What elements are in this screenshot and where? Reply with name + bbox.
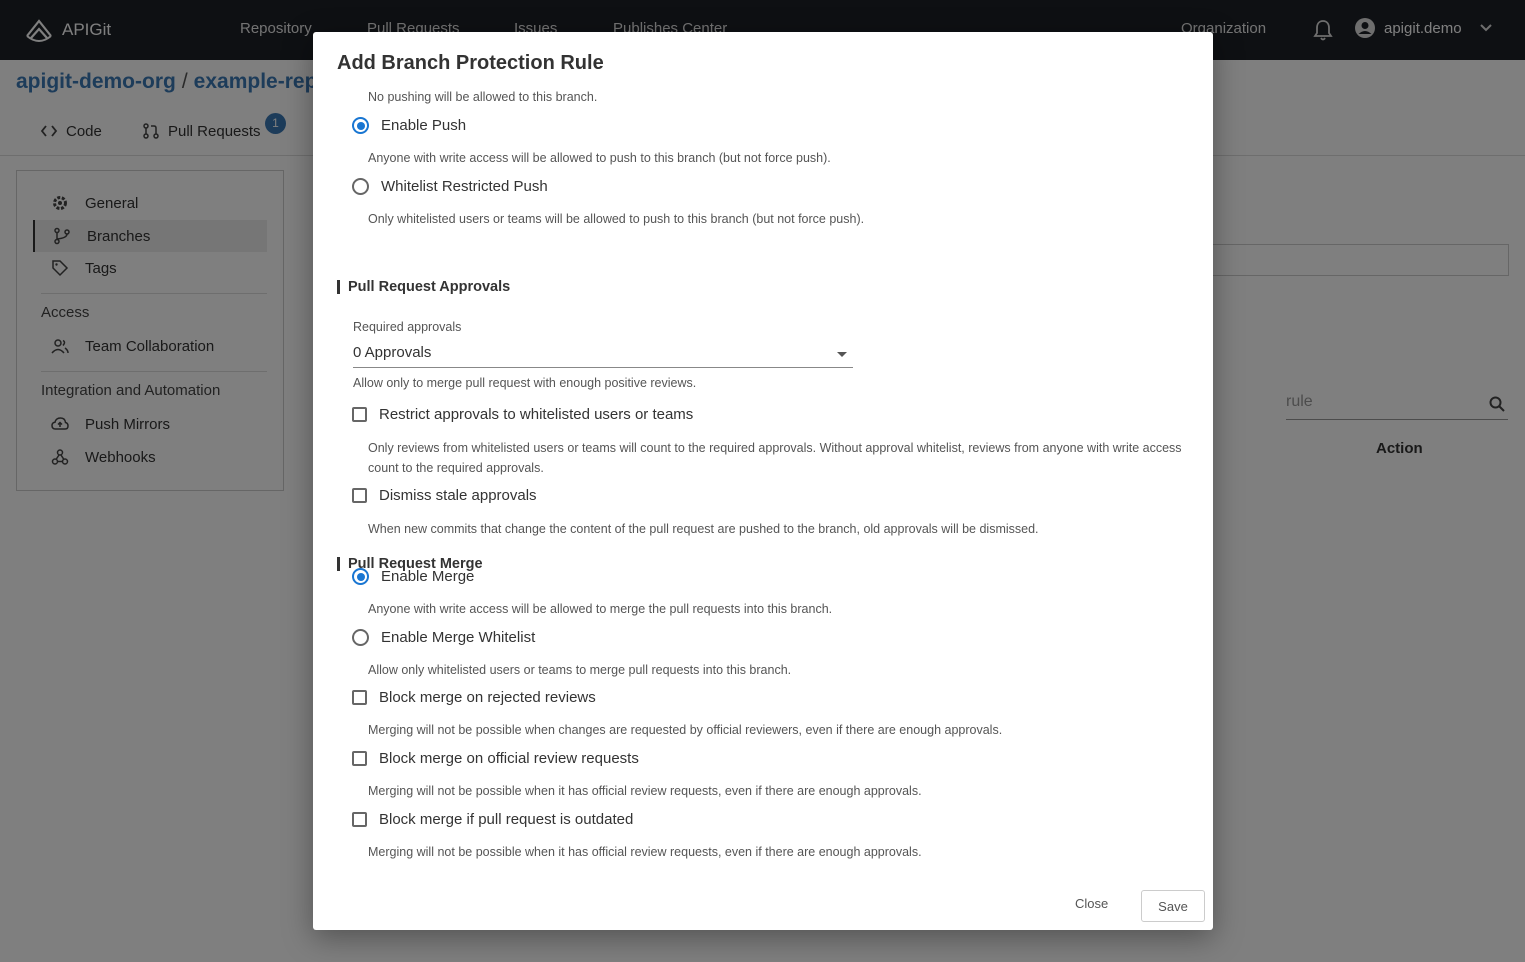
dismiss-stale-label: Dismiss stale approvals [379, 487, 537, 504]
required-approvals-label: Required approvals [353, 320, 462, 334]
dialog-body[interactable]: No pushing will be allowed to this branc… [313, 88, 1213, 884]
block-rejected-checkbox[interactable] [352, 690, 367, 705]
restrict-approvals-option[interactable]: Restrict approvals to whitelisted users … [352, 406, 693, 423]
enable-push-option[interactable]: Enable Push [352, 117, 466, 134]
enable-merge-radio[interactable] [352, 568, 369, 585]
block-rejected-label: Block merge on rejected reviews [379, 689, 596, 706]
whitelist-push-radio[interactable] [352, 178, 369, 195]
merge-whitelist-hint: Allow only whitelisted users or teams to… [368, 663, 792, 677]
dismiss-stale-checkbox[interactable] [352, 488, 367, 503]
restrict-approvals-label: Restrict approvals to whitelisted users … [379, 406, 694, 423]
block-official-option[interactable]: Block merge on official review requests [352, 750, 639, 767]
restrict-approvals-hint: Only reviews from whitelisted users or t… [368, 441, 1182, 475]
dropdown-arrow-icon [837, 352, 847, 357]
save-button[interactable]: Save [1141, 890, 1205, 922]
block-outdated-checkbox[interactable] [352, 812, 367, 827]
whitelist-push-hint: Only whitelisted users or teams will be … [368, 212, 865, 226]
block-rejected-hint: Merging will not be possible when change… [368, 723, 1003, 737]
enable-merge-option[interactable]: Enable Merge [352, 568, 474, 585]
enable-push-radio[interactable] [352, 117, 369, 134]
block-outdated-label: Block merge if pull request is outdated [379, 811, 634, 828]
dismiss-stale-hint: When new commits that change the content… [368, 522, 1039, 536]
required-approvals-hint: Allow only to merge pull request with en… [353, 376, 697, 390]
block-official-label: Block merge on official review requests [379, 750, 639, 767]
dialog-title: Add Branch Protection Rule [337, 52, 604, 74]
whitelist-push-option[interactable]: Whitelist Restricted Push [352, 178, 548, 195]
block-outdated-hint: Merging will not be possible when it has… [368, 845, 922, 859]
required-approvals-select[interactable]: 0 Approvals [353, 338, 853, 368]
approvals-section-heading: Pull Request Approvals [337, 280, 510, 294]
restrict-approvals-checkbox[interactable] [352, 407, 367, 422]
enable-push-label: Enable Push [381, 117, 467, 134]
close-button[interactable]: Close [1075, 896, 1108, 911]
block-official-checkbox[interactable] [352, 751, 367, 766]
block-rejected-option[interactable]: Block merge on rejected reviews [352, 689, 596, 706]
enable-merge-hint: Anyone with write access will be allowed… [368, 602, 833, 616]
merge-whitelist-label: Enable Merge Whitelist [381, 629, 536, 646]
merge-whitelist-option[interactable]: Enable Merge Whitelist [352, 629, 535, 646]
block-official-hint: Merging will not be possible when it has… [368, 784, 922, 798]
block-outdated-option[interactable]: Block merge if pull request is outdated [352, 811, 633, 828]
branch-protection-dialog: Add Branch Protection Rule No pushing wi… [313, 32, 1213, 930]
merge-whitelist-radio[interactable] [352, 629, 369, 646]
whitelist-push-label: Whitelist Restricted Push [381, 178, 548, 195]
enable-push-hint: Anyone with write access will be allowed… [368, 151, 831, 165]
required-approvals-value: 0 Approvals [353, 344, 432, 361]
disable-push-hint: No pushing will be allowed to this branc… [368, 90, 598, 104]
enable-merge-label: Enable Merge [381, 568, 475, 585]
dismiss-stale-option[interactable]: Dismiss stale approvals [352, 487, 537, 504]
